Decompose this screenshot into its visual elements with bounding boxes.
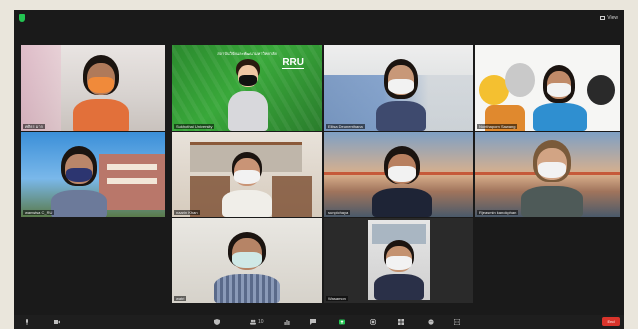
- record-icon: [370, 319, 376, 325]
- video-camera-icon: [54, 320, 60, 324]
- share-screen-icon: [339, 319, 345, 325]
- participant-name: wanwisa C_RU: [23, 210, 55, 215]
- meeting-top-bar: View: [14, 10, 624, 26]
- participant-video: [214, 232, 280, 303]
- breakout-rooms-icon: [398, 319, 404, 325]
- participant-name: watri: [174, 296, 187, 301]
- polls-button[interactable]: [284, 317, 290, 327]
- microphone-icon: [26, 319, 28, 325]
- reactions-icon: [428, 319, 434, 325]
- participant-video: [533, 65, 587, 131]
- security-shield-icon[interactable]: [19, 14, 25, 22]
- record-button[interactable]: [370, 317, 376, 327]
- end-meeting-button[interactable]: End: [602, 317, 620, 326]
- cartoon-character-2: [505, 63, 535, 97]
- participants-icon: [250, 319, 256, 325]
- meeting-controls-toolbar: 10 End: [14, 315, 624, 329]
- participant-video: [222, 152, 272, 217]
- participant-name: Rjeasmin kanokphan: [477, 210, 519, 215]
- participant-video: [71, 55, 131, 131]
- gallery-view-icon: [600, 16, 606, 20]
- video-tile-p8[interactable]: Rjeasmin kanokphan: [475, 132, 620, 217]
- mute-button[interactable]: [24, 317, 30, 327]
- participant-name: Sukhothai University: [174, 124, 215, 129]
- view-label: View: [607, 15, 618, 21]
- participant-video: [51, 146, 107, 217]
- video-tile-p10[interactable]: Wasamon: [324, 218, 473, 303]
- participants-button[interactable]: 10: [250, 317, 264, 327]
- more-button[interactable]: [454, 317, 460, 327]
- video-tile-p7[interactable]: sunpichaya: [324, 132, 473, 217]
- reactions-button[interactable]: [428, 317, 434, 327]
- zoom-meeting-window: View ศศิธร มาก สถาบันวิจัยและพัฒนามหาวิท…: [14, 10, 624, 329]
- share-screen-button[interactable]: [338, 317, 346, 327]
- avatar-cartoon: [228, 59, 268, 131]
- video-tile-p3[interactable]: Ellisa Deunenthana: [324, 45, 473, 131]
- video-tile-p2[interactable]: สถาบันวิจัยและพัฒนามหาวิทยาลัย RRU Sukho…: [172, 45, 322, 131]
- video-tile-p9[interactable]: watri: [172, 218, 322, 303]
- cartoon-character-3: [587, 75, 615, 105]
- more-icon: [454, 319, 460, 325]
- participant-video: [372, 146, 432, 217]
- video-tile-p1[interactable]: ศศิธร มาก: [21, 45, 165, 131]
- participant-video: [521, 140, 583, 217]
- chat-button[interactable]: [310, 317, 316, 327]
- participant-name: ศศิธร มาก: [23, 124, 46, 129]
- view-button[interactable]: View: [600, 12, 618, 24]
- breakout-rooms-button[interactable]: [398, 317, 404, 327]
- participant-video: [376, 59, 426, 131]
- security-button[interactable]: [214, 317, 220, 327]
- participant-video: [374, 240, 424, 300]
- video-tile-p5[interactable]: wanwisa C_RU: [21, 132, 165, 217]
- participant-name: naarin Khan: [174, 210, 200, 215]
- participants-count: 10: [258, 319, 264, 325]
- bar-chart-icon: [284, 320, 290, 325]
- participant-name: Wasamon: [326, 296, 348, 301]
- video-button[interactable]: [54, 317, 60, 327]
- participant-name: Nonthaporn Sawang: [477, 124, 518, 129]
- participant-name: sunpichaya: [326, 210, 351, 215]
- video-tile-p6[interactable]: naarin Khan: [172, 132, 322, 217]
- participant-name: Ellisa Deunenthana: [326, 124, 365, 129]
- university-logo: RRU: [282, 57, 304, 69]
- chat-icon: [310, 319, 316, 325]
- shield-icon: [214, 319, 220, 325]
- video-tile-p4[interactable]: Nonthaporn Sawang: [475, 45, 620, 131]
